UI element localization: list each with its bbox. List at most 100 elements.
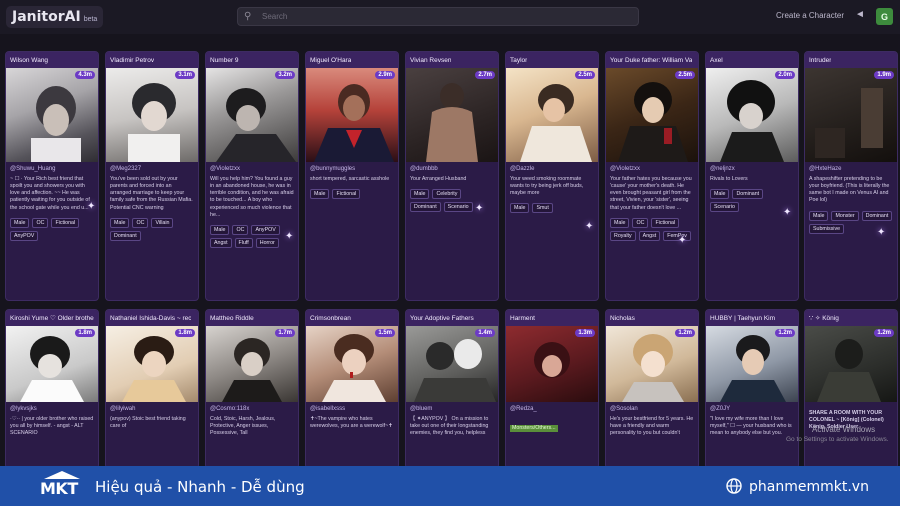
card-title: Number 9 bbox=[210, 56, 239, 64]
character-card[interactable]: Vivian Revsen 2.7m @dumbbb Your Arranged… bbox=[405, 51, 499, 301]
creator-handle[interactable]: @dumbbb bbox=[410, 166, 494, 172]
card-description: ·♡·· | your older brother who raised you… bbox=[10, 416, 94, 437]
character-card[interactable]: Wilson Wang 4.3m @Shuwu_Huang ~ ☐ · Your… bbox=[5, 51, 99, 301]
janitorai-logo[interactable]: JanitorAI beta bbox=[6, 6, 104, 28]
tag[interactable]: Submissive bbox=[809, 223, 845, 234]
tag[interactable]: OC bbox=[132, 217, 149, 228]
search-input[interactable] bbox=[262, 12, 622, 21]
character-card[interactable]: Harment 1.3m @Redza_ Monsters/Others... bbox=[505, 309, 599, 469]
megaphone-icon[interactable]: ◄ bbox=[855, 9, 865, 20]
card-description: Rivals to Lovers bbox=[710, 176, 748, 182]
character-card[interactable]: Your Duke father: William Va 2.5m @Viole… bbox=[605, 51, 699, 301]
creator-handle[interactable]: @lykvsjks bbox=[10, 406, 94, 412]
creator-handle[interactable]: @Shuwu_Huang bbox=[10, 166, 94, 172]
tag[interactable]: Male bbox=[10, 217, 30, 228]
tag[interactable]: AnyPOV bbox=[251, 224, 280, 235]
character-card[interactable]: ∵ ✧ König 1.2m SHARE A ROOM WITH YOUR CO… bbox=[804, 309, 898, 469]
card-description: short tempered, sarcastic asshole bbox=[310, 176, 390, 182]
card-title: Miguel O'Hara bbox=[310, 56, 352, 64]
tag[interactable]: Dominant bbox=[861, 210, 893, 221]
character-card[interactable]: Nicholas 1.2m @Sosolan He's your bestfri… bbox=[605, 309, 699, 469]
card-description: (anypov) Stoic best friend taking care o… bbox=[110, 416, 186, 430]
tag[interactable]: Male bbox=[110, 217, 130, 228]
character-image: 2.0m bbox=[706, 68, 798, 162]
banner-website-link[interactable]: phanmemmkt.vn bbox=[749, 479, 869, 495]
tag[interactable]: Fictional bbox=[51, 217, 80, 228]
character-card[interactable]: HUBBY | Taehyun Kim 1.2m @Z0JY "I love m… bbox=[705, 309, 799, 469]
chat-count-badge: 1.7m bbox=[275, 329, 295, 337]
character-image: 1.8m bbox=[6, 326, 98, 402]
tag[interactable]: Fictional bbox=[651, 217, 680, 228]
character-card[interactable]: Axel 2.0m @neljnzx Rivals to Lovers Male… bbox=[705, 51, 799, 301]
tag[interactable]: Celebrity bbox=[432, 189, 462, 200]
character-image: 1.4m bbox=[406, 326, 498, 402]
character-card[interactable]: Nathaniel Ishida-Davis ~ rec 1.8m @lilyi… bbox=[105, 309, 199, 469]
character-card[interactable]: Number 9 3.2m @Violetzxx Will you help h… bbox=[205, 51, 299, 301]
avatar[interactable]: G bbox=[876, 8, 893, 25]
tag[interactable]: Monster bbox=[831, 210, 859, 221]
tag[interactable]: Scenario bbox=[710, 202, 739, 213]
tag[interactable]: Angst bbox=[638, 230, 661, 241]
creator-handle[interactable]: @Meg2327 bbox=[110, 166, 194, 172]
tag[interactable]: Male bbox=[809, 210, 829, 221]
creator-handle[interactable]: @Violetzxx bbox=[210, 166, 294, 172]
character-card[interactable]: Miguel O'Hara 2.9m @bunnymuggles short t… bbox=[305, 51, 399, 301]
character-image: 1.5m bbox=[306, 326, 398, 402]
chat-count-badge: 1.8m bbox=[175, 329, 195, 337]
character-card[interactable]: Intruder 1.9m @HxteHaze A shapeshifter p… bbox=[804, 51, 898, 301]
tag[interactable]: Male bbox=[510, 203, 530, 214]
search-bar[interactable]: ⚲ bbox=[237, 7, 639, 26]
creator-handle[interactable]: @Redza_ bbox=[510, 406, 594, 412]
creator-handle[interactable]: @isabellxsss bbox=[310, 406, 394, 412]
tag[interactable]: Dominant bbox=[732, 189, 764, 200]
card-title: Harment bbox=[510, 314, 535, 322]
tag[interactable]: Fictional bbox=[332, 189, 361, 200]
creator-handle[interactable]: @lilyiwah bbox=[110, 406, 194, 412]
creator-handle[interactable]: @bluem bbox=[410, 406, 494, 412]
character-image: 3.2m bbox=[206, 68, 298, 162]
tag[interactable]: Male bbox=[210, 224, 230, 235]
tag[interactable]: Dominant bbox=[410, 202, 441, 213]
tag-list: Male Dominant Scenario bbox=[710, 189, 794, 213]
character-image: 1.2m bbox=[606, 326, 698, 402]
chat-count-badge: 1.9m bbox=[874, 71, 894, 79]
tag[interactable]: Royalty bbox=[610, 230, 636, 241]
tag[interactable]: Smut bbox=[532, 203, 553, 214]
tag[interactable]: Horror bbox=[255, 237, 279, 248]
card-header: Wilson Wang bbox=[6, 52, 98, 68]
create-character-button[interactable]: Create a Character bbox=[776, 11, 844, 20]
tag[interactable]: OC bbox=[232, 224, 249, 235]
tag[interactable]: Male bbox=[710, 189, 730, 200]
creator-handle[interactable]: @Dazzle bbox=[510, 166, 594, 172]
creator-handle[interactable]: @Violetzxx bbox=[610, 166, 694, 172]
character-card[interactable]: Taylor 2.5m @Dazzle Your weed smoking ro… bbox=[505, 51, 599, 301]
tag[interactable]: OC bbox=[632, 217, 649, 228]
sparkle-icon: ✦ bbox=[87, 201, 96, 212]
creator-handle[interactable]: @Cosmo:118x bbox=[210, 406, 294, 412]
logo-text: JanitorAI bbox=[12, 9, 81, 25]
sparkle-icon: ✦ bbox=[585, 221, 594, 232]
tag[interactable]: Fluff bbox=[234, 237, 253, 248]
chat-count-badge: 2.7m bbox=[475, 71, 495, 79]
card-title: Nicholas bbox=[610, 314, 635, 322]
tag[interactable]: Dominant bbox=[110, 230, 141, 241]
character-card[interactable]: Vladimir Petrov 3.1m @Meg2327 You've bee… bbox=[105, 51, 199, 301]
tag[interactable]: AnyPOV bbox=[10, 230, 39, 241]
tag[interactable]: Male bbox=[610, 217, 630, 228]
tag[interactable]: OC bbox=[32, 217, 49, 228]
creator-handle[interactable]: @Z0JY bbox=[710, 406, 794, 412]
creator-handle[interactable]: @neljnzx bbox=[710, 166, 794, 172]
creator-handle[interactable]: @Sosolan bbox=[610, 406, 694, 412]
creator-handle[interactable]: @HxteHaze bbox=[809, 166, 893, 172]
tag[interactable]: Male bbox=[410, 189, 430, 200]
tag[interactable]: Scenario bbox=[443, 202, 473, 213]
tag[interactable]: Angst bbox=[210, 237, 232, 248]
tag-list: Male OC Fictional AnyPOV bbox=[10, 217, 94, 241]
tag[interactable]: Villain bbox=[151, 217, 174, 228]
creator-handle[interactable]: @bunnymuggles bbox=[310, 166, 394, 172]
character-card[interactable]: Your Adoptive Fathers 1.4m @bluem 【 ✦ANY… bbox=[405, 309, 499, 469]
character-card[interactable]: Kiroshi Yume ♡ Older brothe 1.8m @lykvsj… bbox=[5, 309, 99, 469]
tag[interactable]: Male bbox=[310, 189, 330, 200]
character-card[interactable]: Mattheo Riddle 1.7m @Cosmo:118x Cold, St… bbox=[205, 309, 299, 469]
character-card[interactable]: Crimsonbrean 1.5m @isabellxsss ✝~The vam… bbox=[305, 309, 399, 469]
